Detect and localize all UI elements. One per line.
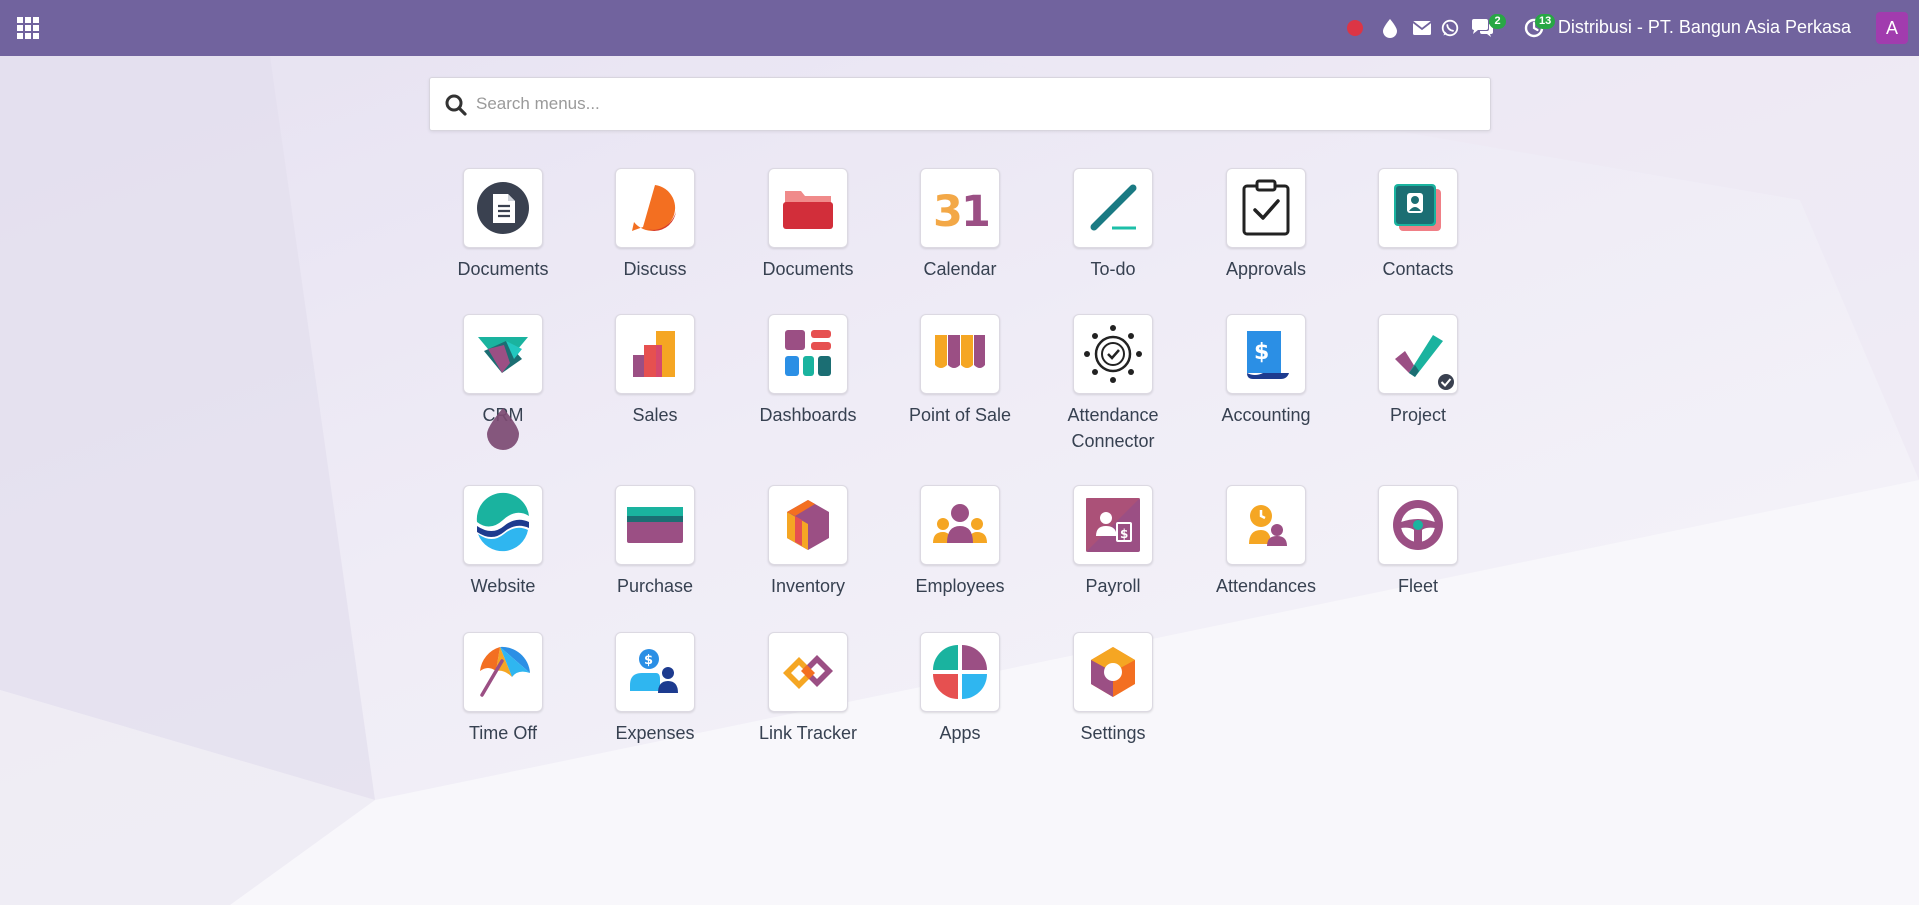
envelope-icon: [1412, 21, 1432, 35]
messages-button[interactable]: 2: [1468, 14, 1506, 42]
app-label: Apps: [939, 723, 981, 743]
app-label: Documents: [457, 259, 549, 279]
top-navbar: 2 13 Distribusi - PT. Bangun Asia Perkas…: [0, 0, 1919, 56]
documents-icon: [477, 182, 529, 234]
app-label: Approvals: [1225, 259, 1307, 279]
messages-count-badge: 2: [1489, 14, 1506, 29]
apps-menu-button[interactable]: [16, 16, 40, 40]
dashboards-icon: [785, 330, 831, 376]
payroll-icon: $: [1086, 498, 1140, 552]
crm-icon: [478, 337, 528, 373]
sales-icon: [633, 331, 675, 377]
app-label: Discuss: [623, 259, 687, 279]
user-avatar[interactable]: A: [1876, 12, 1908, 44]
company-switcher[interactable]: Distribusi - PT. Bangun Asia Perkasa: [1558, 17, 1851, 38]
svg-text:3: 3: [933, 187, 963, 237]
whatsapp-icon: [1441, 19, 1459, 37]
documents-folder-icon: [783, 191, 833, 229]
inventory-icon: [787, 500, 829, 550]
website-icon: [476, 492, 529, 552]
apps-icon: [933, 645, 987, 699]
app-label: Dashboards: [759, 405, 857, 425]
app-label: Purchase: [616, 576, 694, 596]
project-icon: [1395, 335, 1456, 392]
settings-icon: [1091, 647, 1135, 697]
water-drop-icon: [1383, 19, 1397, 38]
svg-text:$: $: [1120, 527, 1128, 541]
contacts-icon: [1394, 184, 1441, 231]
svg-text:$: $: [1254, 340, 1269, 365]
time-off-icon: [480, 646, 530, 697]
app-label: Project: [1389, 405, 1447, 425]
record-dot-icon: [1347, 20, 1363, 36]
attendance-connector-icon: [1084, 325, 1142, 383]
point-of-sale-icon: [935, 335, 985, 368]
app-label: Attendances: [1215, 576, 1317, 596]
expenses-icon: $: [630, 649, 678, 693]
app-label: Inventory: [770, 576, 846, 596]
app-label: Payroll: [1085, 576, 1141, 596]
app-label: Calendar: [923, 259, 997, 279]
app-label: Sales: [632, 405, 678, 425]
mail-button[interactable]: [1408, 14, 1436, 42]
app-label: Accounting: [1221, 405, 1311, 425]
drop-button[interactable]: [1376, 14, 1404, 42]
app-label: Contacts: [1382, 259, 1454, 279]
fleet-icon: [1393, 500, 1443, 550]
search-bar[interactable]: [429, 77, 1491, 131]
search-input[interactable]: [476, 88, 1476, 120]
app-label: Point of Sale: [908, 405, 1012, 425]
calendar-icon: 3 1: [933, 187, 991, 237]
todo-icon: [1090, 184, 1137, 231]
accounting-icon: $: [1247, 331, 1289, 379]
background-shapes: [0, 56, 1919, 905]
app-label: Settings: [1080, 723, 1146, 743]
attendances-icon: [1249, 505, 1287, 546]
activities-count-badge: 13: [1535, 14, 1556, 29]
drag-drop-icon: [487, 408, 519, 450]
app-label: Time Off: [468, 723, 537, 743]
approvals-icon: [1242, 179, 1290, 236]
link-tracker-icon: [783, 655, 833, 689]
grid-icon: [17, 17, 39, 39]
app-label: Attendance Connector: [1067, 405, 1159, 451]
whatsapp-button[interactable]: [1436, 14, 1464, 42]
app-label: Fleet: [1397, 576, 1439, 596]
app-label: Website: [470, 576, 536, 596]
app-label: Documents: [762, 259, 854, 279]
search-icon: [445, 94, 467, 116]
recording-button[interactable]: [1341, 14, 1369, 42]
svg-text:$: $: [644, 653, 653, 668]
app-label: Employees: [915, 576, 1005, 596]
app-label: Link Tracker: [758, 723, 858, 743]
discuss-icon: [632, 185, 676, 232]
activities-button[interactable]: 13: [1520, 14, 1556, 42]
svg-text:1: 1: [961, 187, 991, 237]
app-label: Expenses: [615, 723, 695, 743]
employees-icon: [933, 504, 987, 543]
purchase-icon: [627, 507, 683, 543]
app-label: To-do: [1090, 259, 1136, 279]
